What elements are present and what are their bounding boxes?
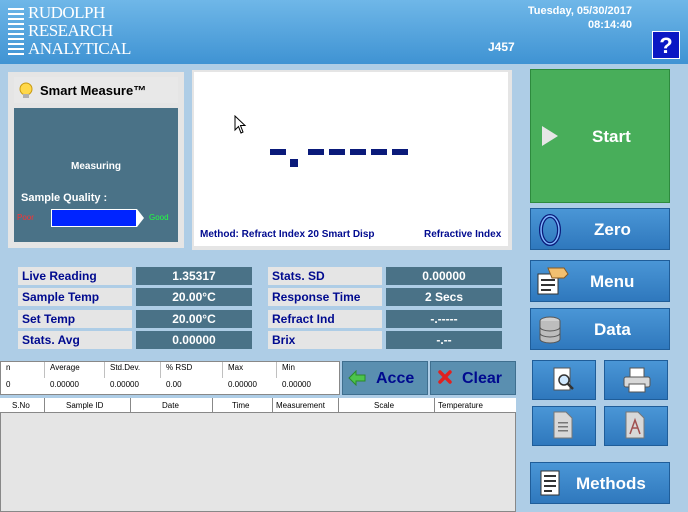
database-icon: [539, 316, 561, 344]
results-divider: [130, 398, 131, 413]
stats-header-min: Min: [282, 363, 295, 372]
good-label: Good: [149, 213, 169, 222]
results-divider: [434, 398, 435, 413]
stats-header-stddev: Std.Dev.: [110, 363, 141, 372]
stats-divider: [160, 362, 161, 378]
instrument-id: J457: [488, 40, 515, 54]
sample-temp-label: Sample Temp: [18, 288, 132, 306]
menu-hand-icon: [537, 267, 569, 295]
sample-temp-value: 20.00°C: [136, 288, 252, 306]
logo-line-3: ANALYTICAL: [28, 39, 131, 58]
live-reading-label: Live Reading: [18, 267, 132, 285]
lightbulb-icon: [19, 82, 33, 98]
results-header-sample-id: Sample ID: [66, 401, 104, 410]
stats-avg-value: 0.00000: [136, 331, 252, 349]
results-header-sno: S.No: [12, 401, 30, 410]
date-display: Tuesday, 05/30/2017: [527, 5, 632, 17]
stats-divider: [222, 362, 223, 378]
zero-icon: [539, 214, 561, 246]
quality-arrow-icon: [137, 209, 144, 227]
brix-value: -.--: [386, 331, 502, 349]
set-temp-value: 20.00°C: [136, 310, 252, 328]
arrow-left-icon: [348, 370, 366, 386]
results-header-date: Date: [162, 401, 179, 410]
printer-icon: [623, 367, 651, 393]
accept-label: Acce: [376, 370, 415, 387]
stats-header-max: Max: [228, 363, 244, 372]
stats-value-stddev: 0.00000: [110, 380, 139, 389]
results-table: [0, 398, 516, 512]
results-header-scale: Scale: [374, 401, 395, 410]
help-button[interactable]: ?: [652, 31, 680, 59]
segment-readout-icon: [270, 149, 408, 167]
pdf-icon: [625, 411, 645, 439]
smart-measure-title: Smart Measure™: [40, 83, 147, 98]
print-preview-icon: [553, 367, 574, 391]
stats-divider: [104, 362, 105, 378]
refract-ind-value: -.-----: [386, 310, 502, 328]
response-time-label: Response Time: [268, 288, 382, 306]
brix-label: Brix: [268, 331, 382, 349]
time-display: 08:14:40: [587, 19, 632, 31]
methods-document-icon: [540, 470, 560, 496]
logo-line-1: RUDOLPH: [28, 3, 105, 22]
method-label: Method: Refract Index 20 Smart Disp: [200, 229, 375, 240]
stats-divider: [44, 362, 45, 378]
measuring-status: Measuring: [70, 161, 121, 172]
refract-ind-label: Refract Ind: [268, 310, 382, 328]
zero-label: Zero: [594, 220, 631, 239]
stats-header-n: n: [6, 363, 11, 372]
results-header-time: Time: [232, 401, 250, 410]
results-divider: [212, 398, 213, 413]
sample-quality-label: Sample Quality :: [21, 192, 108, 204]
results-divider: [44, 398, 45, 413]
mouse-cursor-icon: [234, 115, 247, 134]
document-icon: [553, 411, 573, 439]
scale-label: Refractive Index: [424, 229, 502, 240]
poor-label: Poor: [17, 213, 34, 222]
stats-sd-value: 0.00000: [386, 267, 502, 285]
stats-header-average: Average: [50, 363, 80, 372]
logo-text: RUDOLPH RESEARCH ANALYTICAL: [28, 4, 131, 58]
stats-divider: [276, 362, 277, 378]
stats-header-rsd: % RSD: [166, 363, 193, 372]
stats-value-rsd: 0.00: [166, 380, 182, 389]
stats-value-min: 0.00000: [282, 380, 311, 389]
sample-quality-bar: [51, 209, 137, 227]
data-label: Data: [594, 320, 631, 339]
start-label: Start: [592, 127, 631, 146]
clear-label: Clear: [462, 370, 503, 387]
logo-line-2: RESEARCH: [28, 21, 113, 40]
results-header-temperature: Temperature: [438, 401, 483, 410]
stats-avg-label: Stats. Avg: [18, 331, 132, 349]
methods-label: Methods: [576, 474, 646, 493]
results-divider: [272, 398, 273, 413]
stats-value-n: 0: [6, 380, 11, 389]
response-time-value: 2 Secs: [386, 288, 502, 306]
menu-label: Menu: [590, 272, 635, 291]
play-icon: [542, 126, 558, 146]
stats-value-average: 0.00000: [50, 380, 79, 389]
stats-value-max: 0.00000: [228, 380, 257, 389]
stats-sd-label: Stats. SD: [268, 267, 382, 285]
set-temp-label: Set Temp: [18, 310, 132, 328]
results-divider: [338, 398, 339, 413]
live-reading-value: 1.35317: [136, 267, 252, 285]
results-header-measurement: Measurement: [276, 401, 325, 410]
red-x-icon: [438, 370, 452, 384]
